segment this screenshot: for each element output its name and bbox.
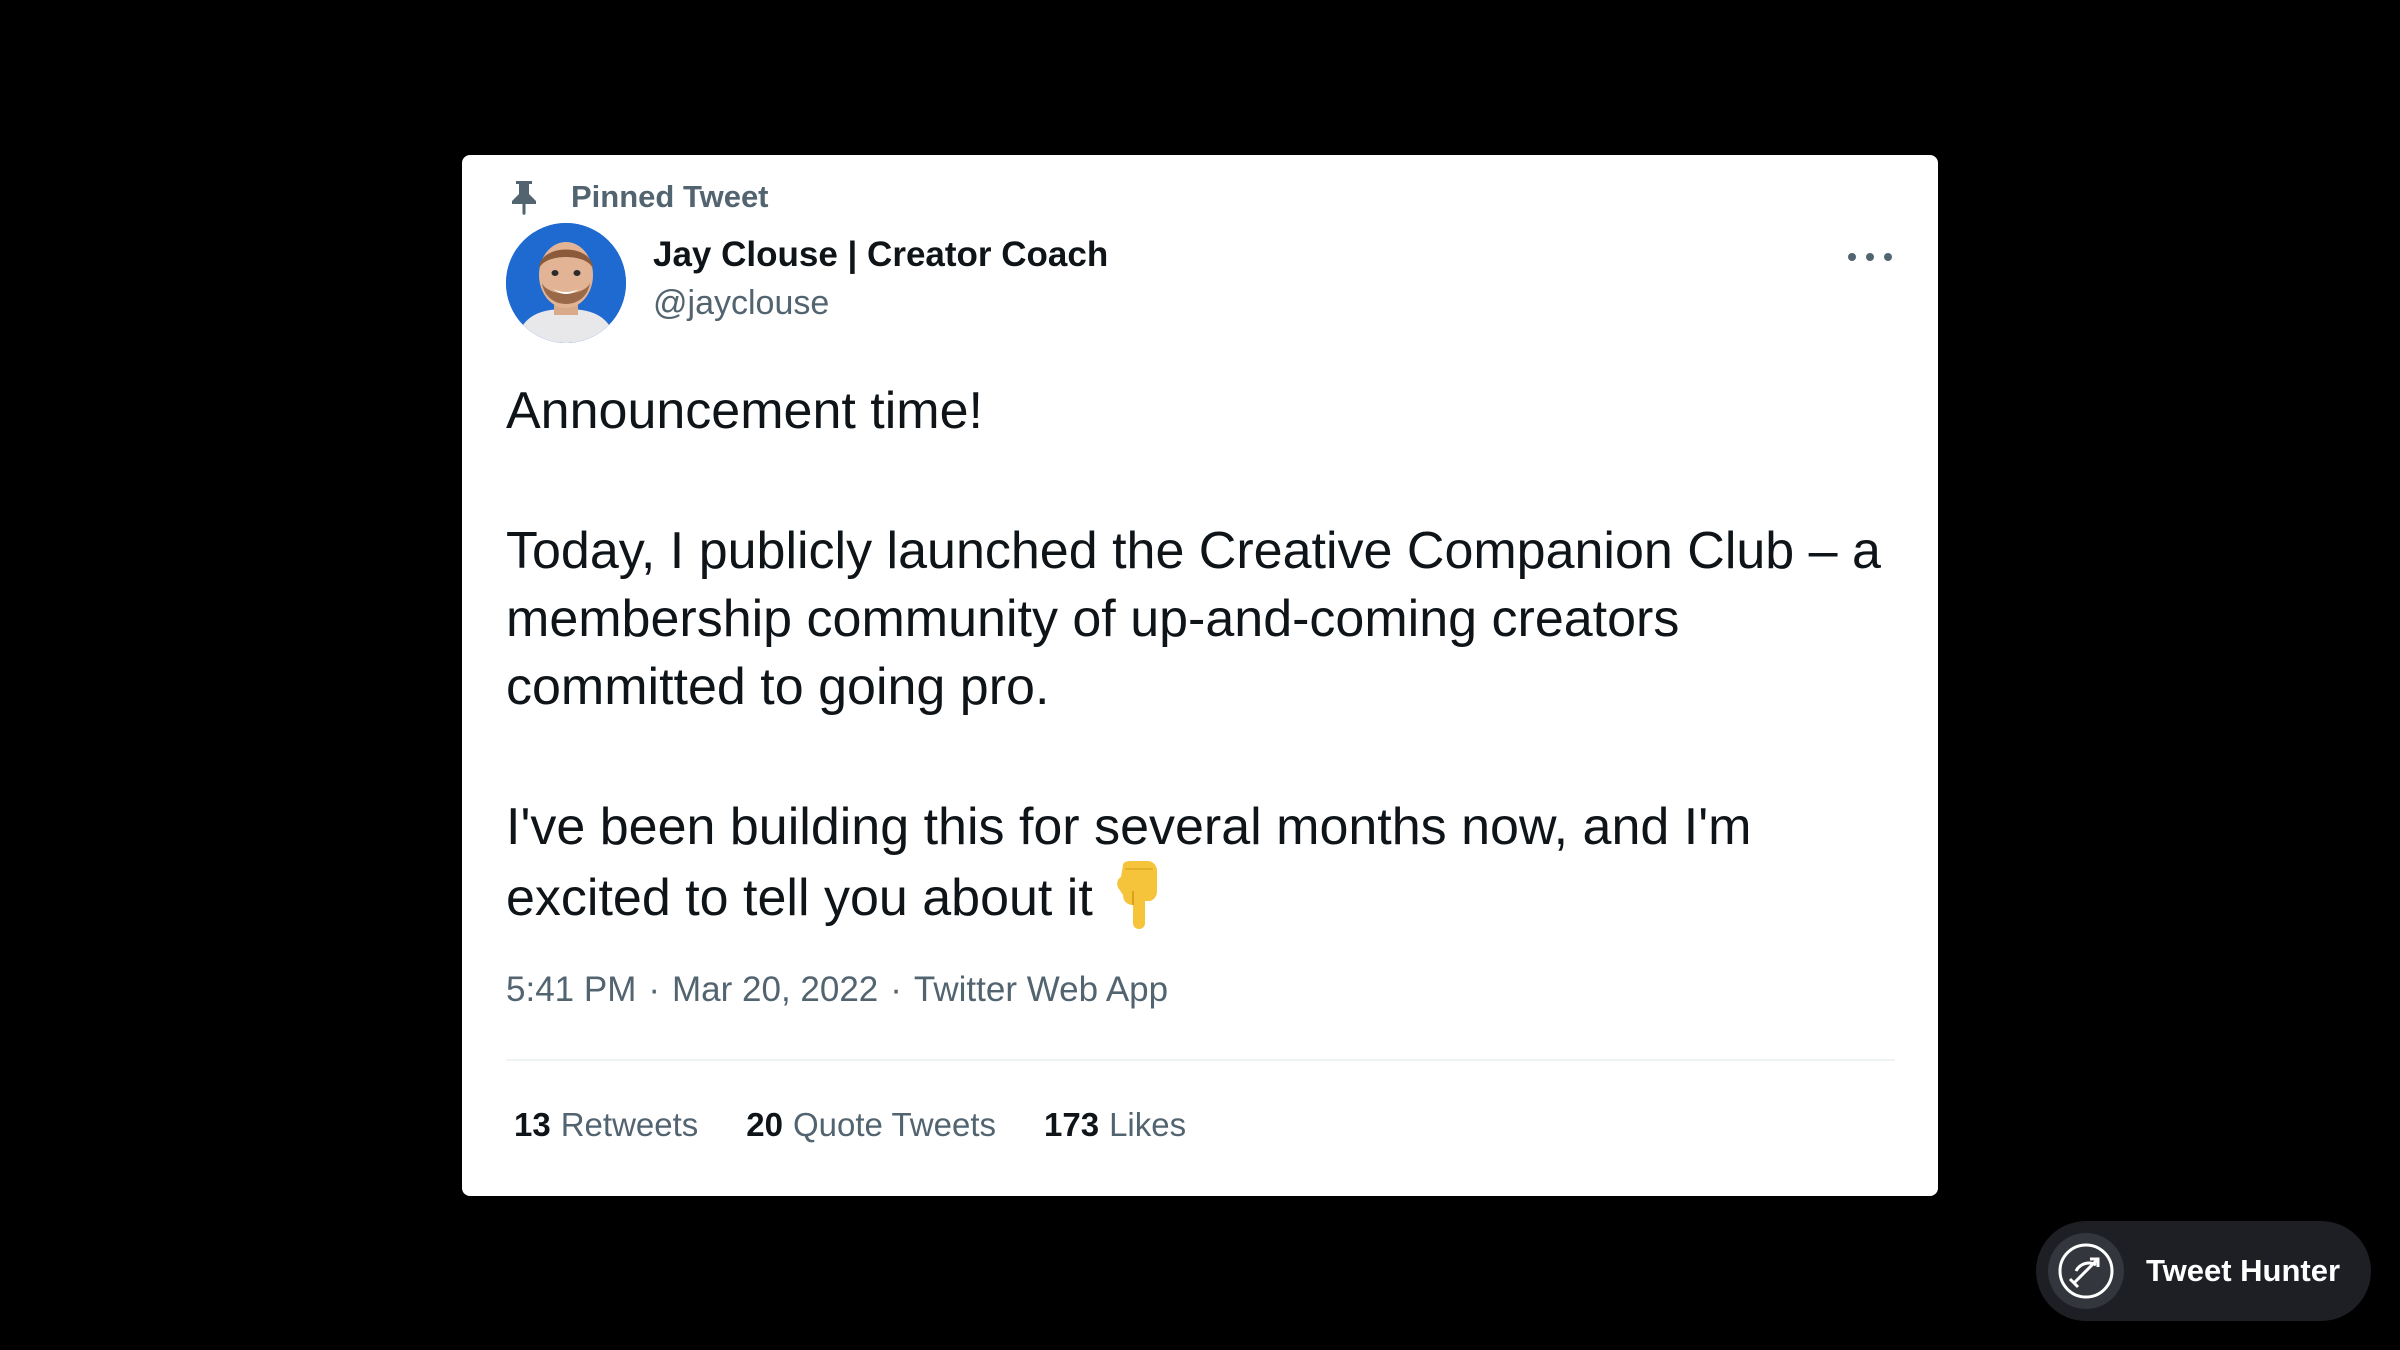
avatar[interactable] — [506, 223, 626, 343]
pinned-indicator: Pinned Tweet — [507, 175, 769, 219]
tweet-card[interactable]: Pinned Tweet Jay Clouse | Creator Coach … — [462, 155, 1938, 1196]
more-options-button[interactable] — [1848, 245, 1892, 269]
tweet-hunter-logo-icon — [2048, 1233, 2124, 1309]
pin-icon — [507, 178, 541, 216]
retweets-stat[interactable]: 13 Retweets — [514, 1106, 698, 1144]
retweets-count: 13 — [514, 1106, 551, 1143]
stage: Pinned Tweet Jay Clouse | Creator Coach … — [0, 0, 2400, 1350]
author-display-name[interactable]: Jay Clouse | Creator Coach — [653, 231, 1108, 279]
tweet-date[interactable]: Mar 20, 2022 — [672, 970, 878, 1010]
divider — [506, 1059, 1895, 1061]
engagement-stats: 13 Retweets 20 Quote Tweets 173 Likes — [514, 1106, 1234, 1144]
tweet-text: Announcement time! Today, I publicly lau… — [506, 377, 1906, 946]
retweets-label: Retweets — [560, 1106, 699, 1143]
likes-label: Likes — [1109, 1106, 1187, 1143]
meta-separator: · — [890, 970, 902, 1009]
pointing-down-emoji-icon — [1113, 861, 1161, 946]
tweet-paragraph: Announcement time! — [506, 382, 983, 440]
tweet-paragraph: I've been building this for several mont… — [506, 793, 1906, 946]
tweet-source[interactable]: Twitter Web App — [914, 970, 1168, 1010]
meta-separator: · — [648, 970, 661, 1009]
author-block: Jay Clouse | Creator Coach @jayclouse — [653, 231, 1108, 327]
quote-tweets-stat[interactable]: 20 Quote Tweets — [746, 1106, 996, 1144]
tweet-time[interactable]: 5:41 PM — [506, 970, 636, 1010]
more-dot — [1884, 253, 1892, 261]
tweet-hunter-label: Tweet Hunter — [2146, 1253, 2341, 1288]
likes-count: 173 — [1044, 1106, 1100, 1143]
more-dot — [1848, 253, 1856, 261]
author-handle[interactable]: @jayclouse — [653, 279, 1108, 327]
tweet-paragraph: Today, I publicly launched the Creative … — [506, 522, 1881, 716]
likes-stat[interactable]: 173 Likes — [1044, 1106, 1186, 1144]
quote-tweets-label: Quote Tweets — [793, 1106, 997, 1143]
pinned-label: Pinned Tweet — [571, 179, 769, 214]
more-dot — [1866, 253, 1874, 261]
tweet-hunter-badge[interactable]: Tweet Hunter — [2036, 1221, 2371, 1321]
quote-tweets-count: 20 — [746, 1106, 783, 1143]
tweet-metadata: 5:41 PM · Mar 20, 2022 · Twitter Web App — [506, 970, 1168, 1010]
